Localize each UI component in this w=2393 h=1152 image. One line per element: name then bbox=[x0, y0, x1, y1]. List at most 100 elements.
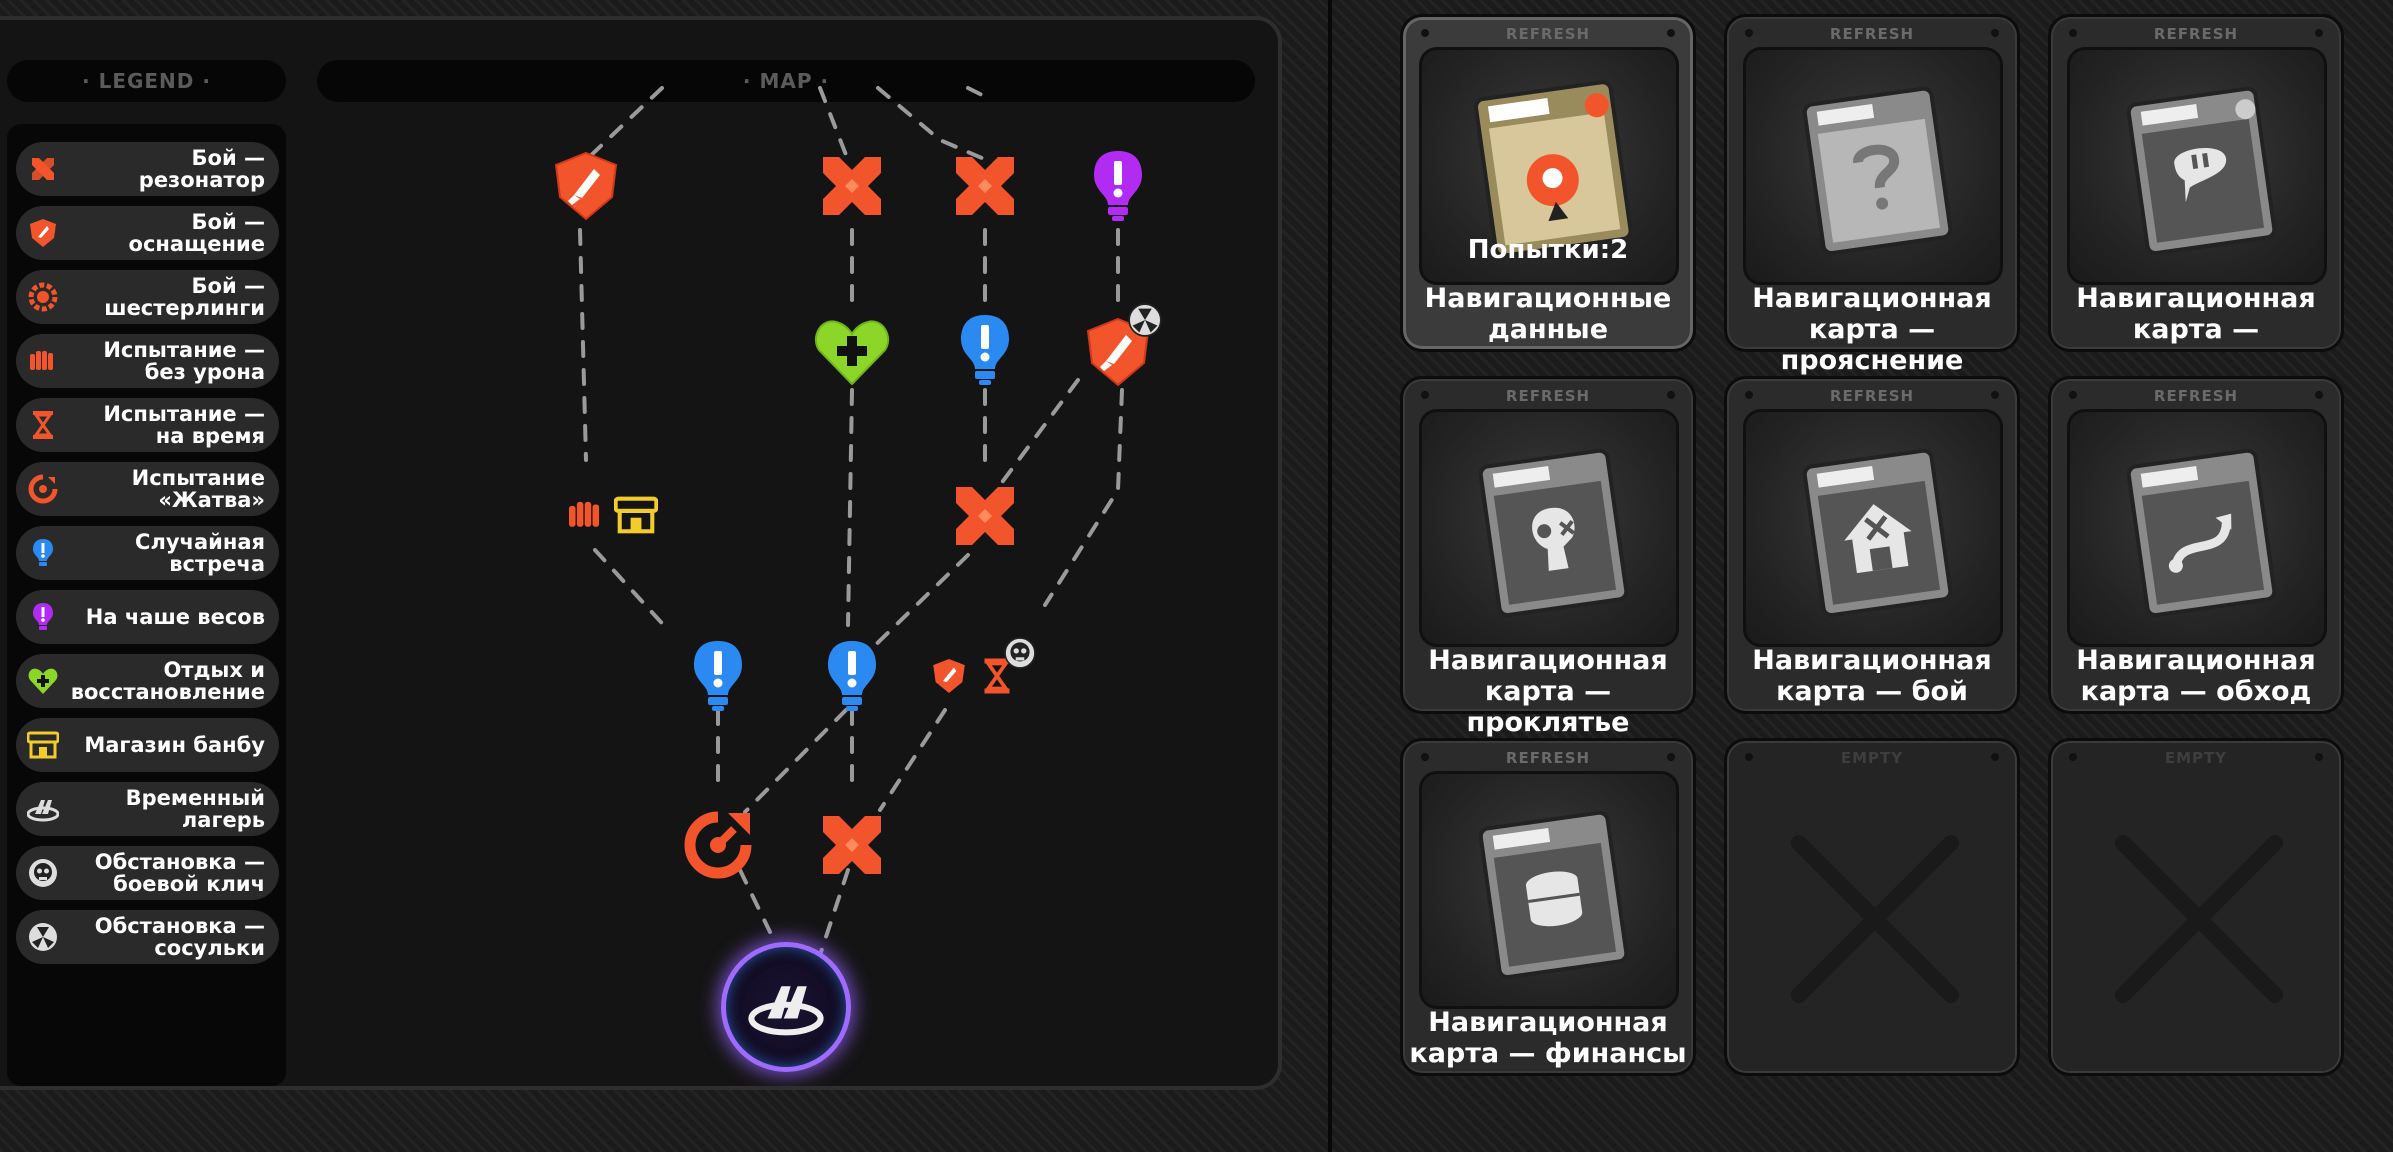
card-tag: REFRESH bbox=[1505, 749, 1591, 767]
legend-item-temp-camp[interactable]: Временный лагерь bbox=[16, 782, 279, 836]
crossed-swords-icon bbox=[956, 157, 1014, 215]
fist-icon bbox=[569, 501, 600, 527]
map-node-temp-camp[interactable] bbox=[721, 942, 851, 1072]
legend-label: Обстановка — боевой клич bbox=[94, 850, 265, 896]
legend-item-random-encounter[interactable]: Случайная встреча bbox=[16, 526, 279, 580]
card-tag: REFRESH bbox=[1829, 387, 1915, 405]
legend-item-trial-no-damage[interactable]: Испытание — без урона bbox=[16, 334, 279, 388]
legend-label: Испытание — на время bbox=[103, 402, 265, 448]
exclamation-bulb-icon bbox=[26, 536, 60, 570]
card-name: Навигационная карта — bbox=[2076, 283, 2316, 345]
card-art-frame bbox=[1743, 47, 2003, 285]
legend-label: Отдых и восстановление bbox=[70, 658, 265, 704]
nav-card-navigation-data[interactable]: REFRESH Попытки:2 Навигационные данные bbox=[1400, 14, 1696, 352]
skull-icon bbox=[26, 856, 60, 890]
card-tag: EMPTY bbox=[2164, 749, 2228, 767]
card-tag: REFRESH bbox=[2153, 25, 2239, 43]
chat-icon bbox=[2126, 86, 2277, 256]
crossed-swords-icon bbox=[823, 816, 881, 874]
icicle-icon bbox=[26, 920, 60, 954]
legend-item-icicles[interactable]: Обстановка — сосульки bbox=[16, 910, 279, 964]
card-name: Навигационная карта — финансы bbox=[1409, 1007, 1687, 1069]
skull-icon bbox=[1004, 637, 1036, 669]
legend-label: Обстановка — сосульки bbox=[94, 914, 265, 960]
legend-label: Случайная встреча bbox=[135, 530, 265, 576]
nav-card-battle[interactable]: REFRESH Навигационная карта — бой bbox=[1724, 376, 2020, 714]
legend-item-battle-equipment[interactable]: Бой — оснащение bbox=[16, 206, 279, 260]
map-node-crossed-swords[interactable] bbox=[952, 153, 1018, 219]
nav-card-finance[interactable]: REFRESH Навигационная карта — финансы bbox=[1400, 738, 1696, 1076]
map-node-random-encounter[interactable] bbox=[692, 639, 744, 713]
legend-label: Бой — шестерлинги bbox=[104, 274, 265, 320]
icicle-icon bbox=[1128, 303, 1162, 337]
crossed-swords-icon bbox=[26, 152, 60, 186]
legend-label: Бой — оснащение bbox=[128, 210, 265, 256]
legend-item-trial-timed[interactable]: Испытание — на время bbox=[16, 398, 279, 452]
legend-label: Магазин банбу bbox=[84, 733, 265, 757]
legend-panel: Бой — резонатор Бой — оснащение Бой — ше… bbox=[7, 124, 286, 1086]
map-node-shield[interactable] bbox=[554, 151, 618, 221]
legend-label: Бой — резонатор bbox=[138, 146, 265, 192]
card-art-frame bbox=[2067, 47, 2327, 285]
camp-icon bbox=[26, 792, 60, 826]
card-art-frame bbox=[2067, 409, 2327, 647]
card-tag: EMPTY bbox=[1840, 749, 1904, 767]
map-frame: · LEGEND · · MAP · Бой — резонатор Бой —… bbox=[0, 16, 1282, 1090]
map-node-no-damage-shop[interactable] bbox=[566, 496, 658, 534]
nav-card-empty[interactable]: EMPTY bbox=[2048, 738, 2344, 1076]
crossed-swords-icon bbox=[823, 157, 881, 215]
legend-item-bangboo-shop[interactable]: Магазин банбу bbox=[16, 718, 279, 772]
exclamation-bulb-icon bbox=[828, 641, 876, 711]
nav-card-chat[interactable]: REFRESH Навигационная карта — bbox=[2048, 14, 2344, 352]
card-name: Навигационные данные bbox=[1424, 283, 1672, 345]
legend-item-on-the-scales[interactable]: На чаше весов bbox=[16, 590, 279, 644]
legend-item-battle-cry[interactable]: Обстановка — боевой клич bbox=[16, 846, 279, 900]
nav-card-curse[interactable]: REFRESH Навигационная карта — проклятье bbox=[1400, 376, 1696, 738]
battle-icon bbox=[1802, 448, 1953, 618]
nav-card-empty[interactable]: EMPTY bbox=[1724, 738, 2020, 1076]
empty-x-icon bbox=[1791, 835, 1959, 1003]
legend-item-trial-harvest[interactable]: Испытание «Жатва» bbox=[16, 462, 279, 516]
legend-item-rest-recovery[interactable]: Отдых и восстановление bbox=[16, 654, 279, 708]
card-art-frame bbox=[1743, 409, 2003, 647]
legend-label: Испытание — без урона bbox=[103, 338, 265, 384]
shop-icon bbox=[614, 496, 658, 534]
map-node-equipment-timed[interactable] bbox=[932, 637, 1036, 695]
shield-icon bbox=[26, 216, 60, 250]
shop-icon bbox=[26, 728, 60, 762]
map-node-shield-icicles[interactable] bbox=[1086, 303, 1162, 387]
harvest-icon bbox=[684, 811, 752, 879]
card-name: Навигационная карта — бой bbox=[1752, 645, 1992, 707]
legend-label: Испытание «Жатва» bbox=[131, 466, 265, 512]
nav-cards-panel: REFRESH Попытки:2 Навигационные данные R… bbox=[1328, 0, 2393, 1152]
legend-label: На чаше весов bbox=[85, 605, 265, 629]
map-node-random-encounter[interactable] bbox=[959, 313, 1011, 387]
nav-card-clarification[interactable]: REFRESH Навигационная карта — прояснение bbox=[1724, 14, 2020, 376]
heart-plus-icon bbox=[814, 320, 890, 386]
empty-x-icon bbox=[2115, 835, 2283, 1003]
crossed-swords-icon bbox=[956, 487, 1014, 545]
exclamation-bulb-icon bbox=[961, 315, 1009, 385]
heart-plus-icon bbox=[26, 664, 60, 698]
map-screen: · LEGEND · · MAP · Бой — резонатор Бой —… bbox=[0, 0, 1328, 1152]
map-node-crossed-swords[interactable] bbox=[952, 483, 1018, 549]
legend-item-battle-resonator[interactable]: Бой — резонатор bbox=[16, 142, 279, 196]
map-node-on-the-scales[interactable] bbox=[1092, 149, 1144, 223]
nav-card-detour[interactable]: REFRESH Навигационная карта — обход bbox=[2048, 376, 2344, 714]
legend-item-battle-gears[interactable]: Бой — шестерлинги bbox=[16, 270, 279, 324]
card-tag: REFRESH bbox=[1829, 25, 1915, 43]
shield-icon bbox=[933, 659, 965, 693]
map-node-crossed-swords[interactable] bbox=[819, 153, 885, 219]
map-node-harvest[interactable] bbox=[682, 809, 754, 881]
map-node-rest-recovery[interactable] bbox=[814, 318, 890, 386]
bottom-strip bbox=[0, 1098, 1328, 1152]
gear-icon bbox=[26, 280, 60, 314]
legend-label: Временный лагерь bbox=[125, 786, 265, 832]
hourglass-icon bbox=[26, 408, 60, 442]
harvest-icon bbox=[26, 472, 60, 506]
map-node-random-encounter[interactable] bbox=[826, 639, 878, 713]
map-node-crossed-swords[interactable] bbox=[819, 812, 885, 878]
card-name: Навигационная карта — прояснение bbox=[1752, 283, 1992, 376]
fist-icon bbox=[26, 344, 60, 378]
card-tag: REFRESH bbox=[1505, 25, 1591, 43]
